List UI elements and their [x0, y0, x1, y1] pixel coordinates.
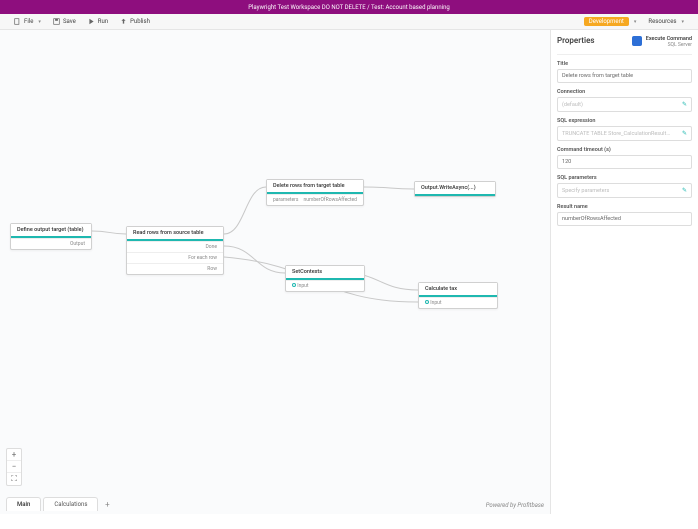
node-calculate-tax[interactable]: Calculate tax Input [418, 282, 498, 309]
dev-badge: Development [584, 17, 629, 26]
node-title: Read rows from source table [127, 227, 223, 241]
publish-button[interactable]: Publish [114, 16, 156, 27]
save-label: Save [63, 18, 76, 25]
tab-calculations[interactable]: Calculations [43, 497, 98, 511]
node-title: Delete rows from target table [267, 180, 363, 194]
title-input[interactable]: Delete rows from target table [557, 69, 692, 83]
port-dot-icon [292, 283, 296, 287]
edit-icon[interactable]: ✎ [682, 187, 687, 194]
node-port-row: Row [207, 266, 217, 272]
chevron-down-icon: ▾ [681, 19, 684, 25]
result-input[interactable]: numberOfRowsAffected [557, 212, 692, 226]
node-port-affected: numberOfRowsAffected [303, 197, 357, 203]
flow-canvas[interactable]: Define output target (table) Output Read… [0, 30, 550, 514]
run-label: Run [98, 18, 108, 25]
timeout-label: Command timeout (s) [557, 147, 692, 153]
port-dot-icon [425, 300, 429, 304]
save-icon [53, 18, 60, 25]
resources-menu[interactable]: Resources ▾ [642, 16, 690, 27]
chevron-down-icon: ▾ [38, 19, 41, 25]
node-port-output: Output [70, 241, 85, 247]
edit-icon[interactable]: ✎ [682, 101, 687, 108]
node-port-foreach: For each row [188, 255, 217, 261]
powered-by: Powered by Profitbase [486, 502, 544, 509]
publish-label: Publish [130, 18, 150, 25]
command-subtype: SQL Server [646, 42, 692, 48]
node-port-input: Input [430, 300, 441, 306]
zoom-out-button[interactable]: − [7, 461, 21, 473]
node-define-output[interactable]: Define output target (table) Output [10, 223, 92, 250]
properties-panel: Properties Execute Command SQL Server Ti… [550, 30, 698, 514]
timeout-input[interactable]: 120 [557, 155, 692, 169]
run-button[interactable]: Run [82, 16, 114, 27]
node-port-input: Input [297, 283, 308, 289]
node-title: SetContexts [286, 266, 364, 280]
sql-input[interactable]: TRUNCATE TABLE Store_CalculationResult_T… [557, 126, 692, 141]
environment-selector[interactable]: Development ▾ [578, 15, 643, 28]
node-title: Define output target (table) [11, 224, 91, 238]
node-port-done: Done [205, 244, 217, 250]
flow-tabs: Main Calculations + [6, 497, 114, 511]
node-delete-rows[interactable]: Delete rows from target table parameters… [266, 179, 364, 206]
node-title: Calculate tax [419, 283, 497, 297]
file-menu[interactable]: File ▾ [8, 16, 47, 27]
file-label: File [24, 18, 33, 25]
node-title: Output.WriteAsync(...) [415, 182, 495, 196]
toolbar: File ▾ Save Run Publish Development ▾ Re… [0, 14, 698, 30]
result-label: Result name [557, 204, 692, 210]
params-label: SQL parameters [557, 175, 692, 181]
sql-label: SQL expression [557, 118, 692, 124]
title-label: Title [557, 61, 692, 67]
zoom-in-button[interactable]: + [7, 449, 21, 461]
command-type-icon [632, 36, 642, 46]
connection-label: Connection [557, 89, 692, 95]
publish-icon [120, 18, 127, 25]
connection-input[interactable]: (default)✎ [557, 97, 692, 112]
zoom-controls: + − ⛶ [6, 448, 22, 486]
file-icon [14, 18, 21, 25]
node-set-contexts[interactable]: SetContexts Input [285, 265, 365, 292]
play-icon [88, 18, 95, 25]
node-read-rows[interactable]: Read rows from source table Done For eac… [126, 226, 224, 275]
app-title: Playwright Test Workspace DO NOT DELETE … [248, 4, 450, 11]
save-button[interactable]: Save [47, 16, 82, 27]
resources-label: Resources [648, 18, 676, 25]
properties-header: Properties [557, 36, 595, 45]
node-output-write[interactable]: Output.WriteAsync(...) [414, 181, 496, 197]
params-input[interactable]: Specify parameters✎ [557, 183, 692, 198]
tab-main[interactable]: Main [6, 497, 41, 511]
node-port-params: parameters [273, 197, 298, 203]
app-titlebar: Playwright Test Workspace DO NOT DELETE … [0, 0, 698, 14]
edit-icon[interactable]: ✎ [682, 130, 687, 137]
zoom-fit-button[interactable]: ⛶ [7, 473, 21, 485]
chevron-down-icon: ▾ [634, 19, 637, 25]
add-tab-button[interactable]: + [100, 497, 114, 511]
